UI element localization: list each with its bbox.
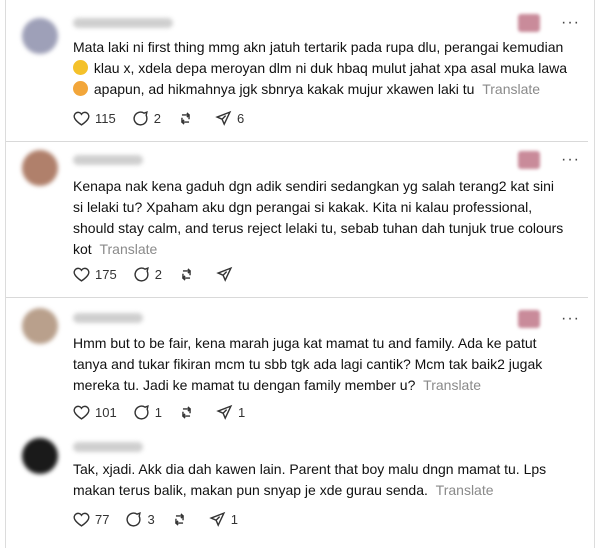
repost-icon [181, 405, 191, 419]
text-line: Tak, xjadi. Akk dia dah kawen lain. Pare… [73, 461, 547, 477]
post-text: Kenapa nak kena gaduh dgn adik sendiri s… [73, 176, 573, 260]
like-count: 77 [95, 511, 110, 527]
like-button[interactable]: 115 [73, 110, 116, 127]
share-count: 6 [236, 110, 245, 126]
attachment-thumbnail[interactable] [518, 310, 540, 328]
reply-count: 3 [147, 511, 155, 527]
attachment-thumbnail[interactable] [518, 14, 540, 32]
post-divider [6, 141, 588, 142]
share-button[interactable]: 1 [216, 404, 245, 421]
avatar[interactable] [22, 150, 58, 186]
text-line: Kenapa nak kena gaduh dgn adik sendiri s… [73, 178, 555, 194]
avatar[interactable] [22, 308, 58, 344]
text-line: si lelaki tu? Xpaham aku dgn perangai si… [73, 199, 533, 215]
text-line: apapun, ad hikmahnya jgk sbnrya kakak mu… [73, 79, 573, 100]
reply-count: 1 [154, 404, 162, 420]
username[interactable] [73, 313, 143, 323]
reply-count: 2 [154, 266, 162, 282]
like-button[interactable]: 101 [73, 404, 117, 421]
share-button[interactable] [216, 266, 238, 283]
repost-icon [180, 111, 191, 125]
post-actions: 115 2 6 [73, 108, 260, 128]
reply-icon [133, 110, 148, 126]
repost-button[interactable] [178, 404, 200, 421]
heart-icon [73, 512, 90, 527]
translate-link[interactable]: Translate [436, 482, 494, 498]
username[interactable] [73, 18, 173, 28]
share-icon [208, 511, 225, 527]
repost-icon [174, 512, 184, 526]
share-icon [216, 404, 233, 420]
username[interactable] [73, 442, 143, 452]
heart-icon [73, 405, 90, 420]
more-icon[interactable]: ··· [561, 310, 580, 328]
more-icon[interactable]: ··· [561, 151, 580, 169]
avatar[interactable] [22, 18, 58, 54]
post-text: Hmm but to be fair, kena marah juga kat … [73, 333, 573, 396]
repost-icon [181, 267, 191, 281]
text-line: makan terus balik, makan pun snyap je xd… [73, 482, 494, 498]
attachment-thumbnail[interactable] [518, 151, 540, 169]
avatar[interactable] [22, 438, 58, 474]
text-line: mereka tu. Jadi ke mamat tu dengan famil… [73, 377, 482, 393]
post-text: Mata laki ni first thing mmg akn jatuh t… [73, 37, 573, 100]
repost-button[interactable] [178, 266, 200, 283]
like-count: 175 [95, 266, 117, 282]
like-button[interactable]: 77 [73, 511, 109, 528]
text-line: kot Translate [73, 241, 158, 257]
username[interactable] [73, 155, 143, 165]
text-line: Mata laki ni first thing mmg akn jatuh t… [73, 39, 564, 55]
reply-icon [126, 511, 142, 527]
reply-button[interactable]: 2 [132, 110, 161, 127]
post-divider [6, 297, 588, 298]
heart-icon [73, 267, 90, 282]
reply-icon [134, 404, 149, 420]
translate-link[interactable]: Translate [99, 241, 157, 257]
more-icon[interactable]: ··· [561, 14, 580, 32]
reply-count: 2 [153, 110, 161, 126]
share-button[interactable]: 6 [215, 110, 244, 127]
share-icon [215, 110, 232, 126]
repost-button[interactable] [177, 110, 199, 127]
like-button[interactable]: 175 [73, 266, 117, 283]
share-button[interactable]: 1 [208, 511, 238, 528]
like-count: 115 [95, 110, 116, 126]
share-icon [216, 266, 233, 282]
laughing-emoji-icon [73, 60, 88, 75]
reply-button[interactable]: 1 [133, 404, 162, 421]
post-text: Tak, xjadi. Akk dia dah kawen lain. Pare… [73, 459, 573, 501]
text-line: should stay calm, and terus reject lelak… [73, 220, 564, 236]
text-line: klau x, xdela depa meroyan dlm ni duk hb… [73, 58, 573, 79]
smiling-emoji-icon [73, 81, 88, 96]
text-line: Hmm but to be fair, kena marah juga kat … [73, 335, 537, 351]
text-line: tanya and tukar fikiran mcm tu sbb tgk a… [73, 356, 543, 372]
like-count: 101 [95, 404, 117, 420]
reply-icon [134, 266, 149, 282]
repost-button[interactable] [171, 511, 193, 528]
translate-link[interactable]: Translate [482, 81, 540, 97]
translate-link[interactable]: Translate [423, 377, 481, 393]
reply-button[interactable]: 3 [125, 511, 155, 528]
heart-icon [73, 111, 90, 126]
post-actions: 77 3 1 [73, 509, 254, 529]
share-count: 1 [230, 511, 238, 527]
post-actions: 175 2 [73, 264, 254, 284]
post-actions: 101 1 1 [73, 402, 261, 422]
share-count: 1 [237, 404, 246, 420]
reply-button[interactable]: 2 [133, 266, 162, 283]
